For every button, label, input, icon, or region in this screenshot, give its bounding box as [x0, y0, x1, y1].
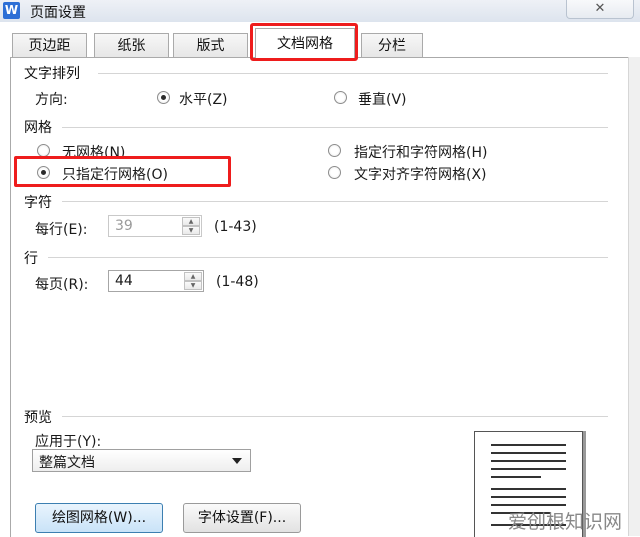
- divider: [62, 201, 608, 202]
- option-highlight-box: [14, 156, 231, 187]
- divider: [62, 127, 608, 128]
- spin-down-icon[interactable]: ▼: [184, 281, 202, 290]
- direction-label: 方向:: [35, 92, 68, 108]
- draw-grid-button[interactable]: 绘图网格(W)...: [35, 503, 163, 533]
- close-button[interactable]: ✕: [566, 0, 634, 19]
- chars-per-line-value: 39: [115, 218, 133, 234]
- apply-to-value: 整篇文档: [39, 455, 95, 471]
- spin-down-icon[interactable]: ▼: [182, 226, 200, 235]
- title-bar: W 页面设置 ✕: [0, 0, 640, 22]
- line-and-char-grid-label: 指定行和字符网格(H): [354, 145, 488, 161]
- horizontal-label: 水平(Z): [179, 92, 228, 108]
- preview-line: [491, 504, 566, 506]
- font-settings-button[interactable]: 字体设置(F)...: [183, 503, 301, 533]
- lines-range: (1-48): [216, 274, 259, 290]
- lines-label: 行: [24, 251, 38, 267]
- lines-per-page-stepper[interactable]: 44 ▲ ▼: [108, 270, 204, 292]
- preview-line: [491, 476, 541, 478]
- preview-line: [491, 460, 566, 462]
- vertical-label: 垂直(V): [358, 92, 407, 108]
- chars-per-line-label: 每行(E):: [35, 222, 88, 238]
- divider: [62, 416, 608, 417]
- apply-to-label: 应用于(Y):: [35, 434, 102, 450]
- watermark: 爱创根知识网: [508, 511, 623, 533]
- tab-highlight-box: [250, 23, 358, 61]
- divider: [48, 257, 608, 258]
- chars-range: (1-43): [214, 219, 257, 235]
- align-char-grid-label: 文字对齐字符网格(X): [354, 167, 487, 183]
- chars-per-line-stepper[interactable]: 39 ▲ ▼: [108, 215, 202, 237]
- wps-writer-icon: W: [3, 2, 20, 19]
- spin-up-icon[interactable]: ▲: [182, 217, 200, 226]
- align-char-grid-radio[interactable]: [328, 166, 341, 179]
- tab-layout[interactable]: 版式: [173, 33, 248, 58]
- spin-up-icon[interactable]: ▲: [184, 272, 202, 281]
- vertical-radio[interactable]: [334, 91, 347, 104]
- horizontal-radio[interactable]: [157, 91, 170, 104]
- lines-per-page-label: 每页(R):: [35, 277, 89, 293]
- grid-label: 网格: [24, 120, 52, 136]
- chars-label: 字符: [24, 195, 52, 211]
- tab-columns[interactable]: 分栏: [361, 33, 423, 58]
- preview-line: [491, 452, 566, 454]
- tab-margins[interactable]: 页边距: [12, 33, 87, 58]
- line-and-char-grid-radio[interactable]: [328, 144, 341, 157]
- text-layout-label: 文字排列: [24, 66, 80, 82]
- scrollbar[interactable]: [628, 57, 640, 536]
- lines-per-page-value: 44: [115, 273, 133, 289]
- window-title: 页面设置: [30, 5, 86, 21]
- divider: [98, 73, 608, 74]
- preview-line: [491, 496, 566, 498]
- preview-line: [491, 468, 566, 470]
- preview-label: 预览: [24, 410, 52, 426]
- tab-paper[interactable]: 纸张: [94, 33, 169, 58]
- apply-to-select[interactable]: 整篇文档: [32, 449, 251, 472]
- preview-line: [491, 488, 566, 490]
- preview-line: [491, 444, 566, 446]
- chevron-down-icon: [232, 458, 242, 464]
